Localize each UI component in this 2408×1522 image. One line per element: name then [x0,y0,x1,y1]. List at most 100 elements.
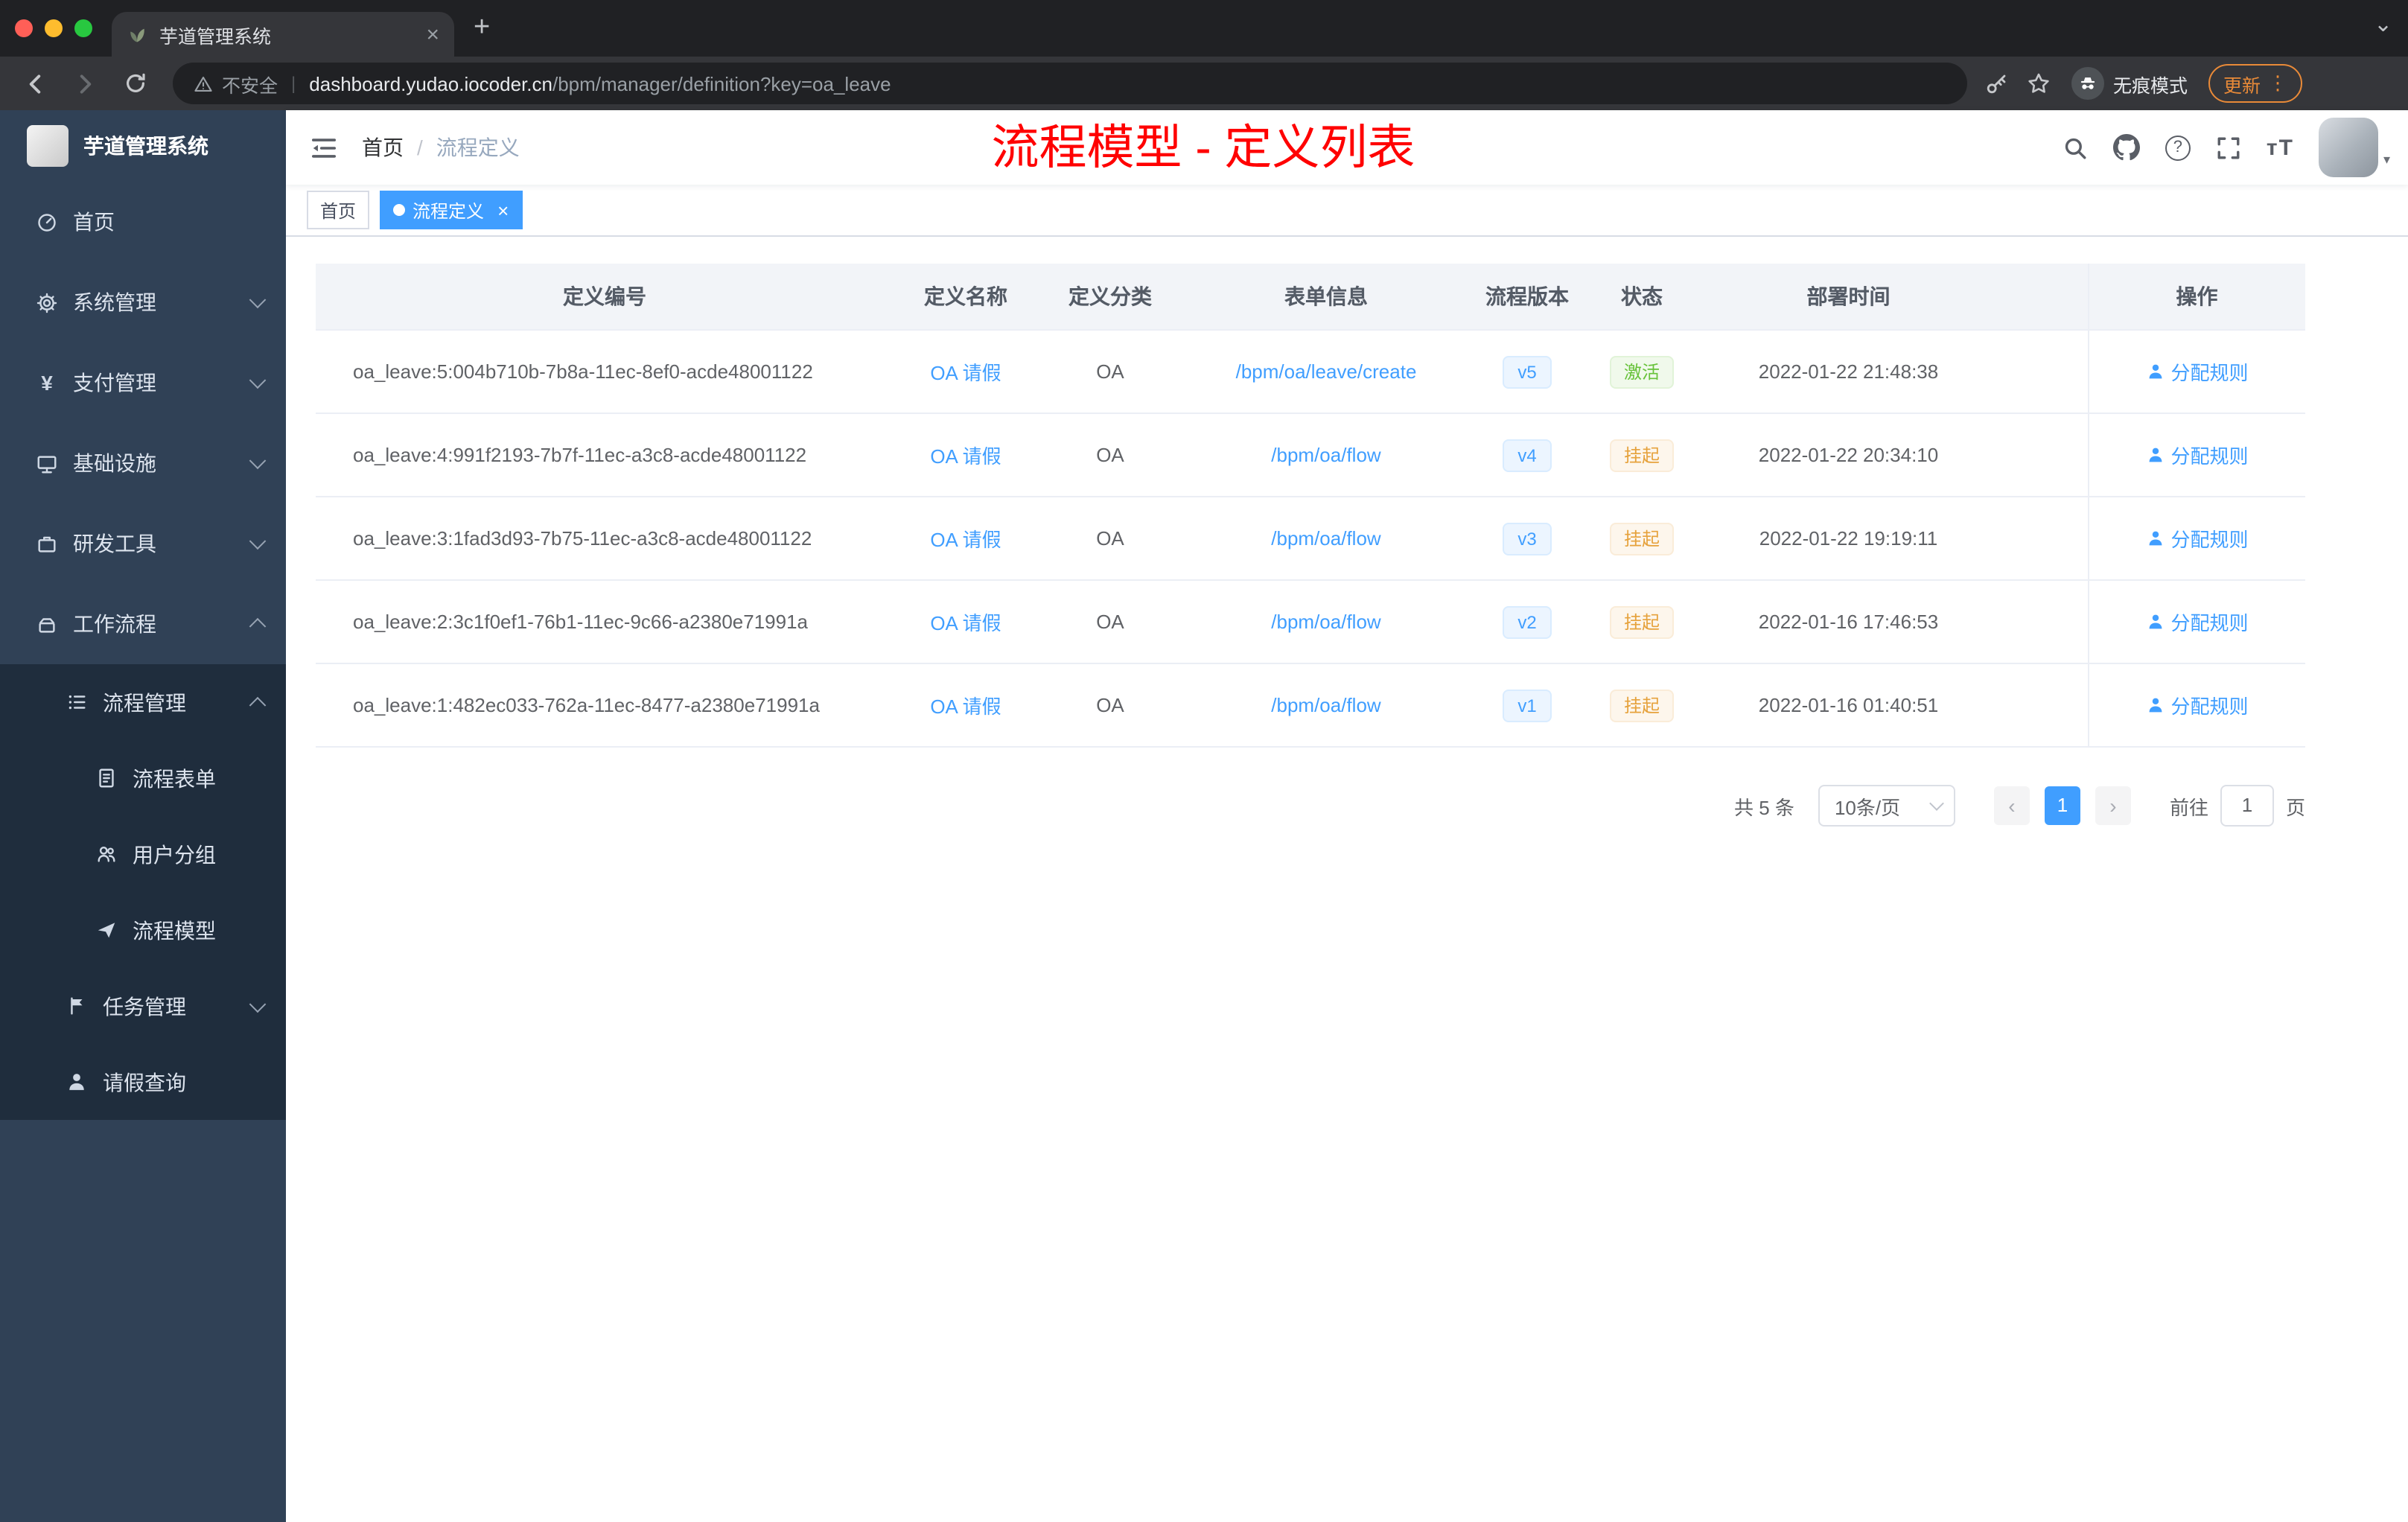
tag-label: 首页 [320,200,357,221]
sidebar-item-leave-query[interactable]: 请假查询 [0,1044,286,1120]
page-title: 流程模型 - 定义列表 [991,121,1415,174]
menu-label: 基础设施 [73,451,156,475]
assign-rule-link[interactable]: 分配规则 [2145,691,2249,719]
chevron-up-icon [249,617,267,635]
assign-rule-label: 分配规则 [2170,445,2249,468]
chevron-down-icon [249,372,267,389]
form-info-link[interactable]: /bpm/oa/flow [1182,663,1470,748]
browser-toolbar: 不安全 | dashboard.yudao.iocoder.cn/bpm/man… [0,57,2408,110]
avatar[interactable] [2319,118,2379,177]
sidebar-item-user-group[interactable]: 用户分组 [0,816,286,892]
sidebar-item-task-manage[interactable]: 任务管理 [0,968,286,1044]
breadcrumb-current: 流程定义 [436,136,520,159]
col-deploy-time: 部署时间 [1699,264,2088,331]
col-form-info: 表单信息 [1182,264,1470,331]
assign-rule-link[interactable]: 分配规则 [2145,441,2249,469]
form-info-link[interactable]: /bpm/oa/flow [1182,497,1470,581]
goto-label: 前往 [2169,796,2208,818]
form-info-link[interactable]: /bpm/oa/flow [1182,413,1470,497]
page-number-button[interactable]: 1 [2044,786,2080,825]
close-window-button[interactable] [15,19,33,37]
assign-rule-link[interactable]: 分配规则 [2145,608,2249,636]
sidebar-item-workflow[interactable]: 工作流程 [0,584,286,664]
zoom-window-button[interactable] [74,19,92,37]
page-size-select[interactable]: 10条/页 [1818,785,1955,827]
form-info-link[interactable]: /bpm/oa/leave/create [1182,330,1470,414]
menu-label: 首页 [73,210,115,234]
fullscreen-icon[interactable] [2216,135,2241,160]
help-icon[interactable]: ? [2165,135,2191,160]
browser-menu-icon[interactable]: ⋮ [2268,71,2287,95]
sidebar-item-infrastructure[interactable]: 基础设施 [0,423,286,503]
browser-tab[interactable]: 芋道管理系统 × [112,12,454,57]
assign-rule-label: 分配规则 [2170,612,2249,634]
definition-name-link[interactable]: OA 请假 [894,497,1038,581]
workflow-icon [39,617,55,632]
sidebar-item-payment[interactable]: ¥ 支付管理 [0,343,286,423]
new-tab-button[interactable]: + [474,13,490,42]
url-bar[interactable]: 不安全 | dashboard.yudao.iocoder.cn/bpm/man… [173,63,1967,104]
chevron-down-icon [1929,795,1944,810]
menu-label: 请假查询 [103,1070,186,1094]
assign-rule-link[interactable]: 分配规则 [2145,357,2249,386]
update-button[interactable]: 更新 ⋮ [2208,64,2303,103]
sidebar-item-process-form[interactable]: 流程表单 [0,740,286,816]
tab-close-icon[interactable]: × [426,23,439,45]
assign-rule-label: 分配规则 [2170,362,2249,384]
tab-search-caret-icon[interactable]: ⌄ [2374,10,2392,37]
tab-strip: 芋道管理系统 × + ⌄ [0,0,2408,57]
app-logo[interactable]: 芋道管理系统 [0,110,286,182]
incognito-badge: 无痕模式 [2071,67,2188,100]
model-icon [98,923,115,938]
main-area: 首页 / 流程定义 流程模型 - 定义列表 ? тT ▾ 首页 流程定义 × 定… [286,110,2408,1522]
definition-id: oa_leave:2:3c1f0ef1-76b1-11ec-9c66-a2380… [316,580,894,664]
github-icon[interactable] [2112,134,2140,161]
tag-process-definition[interactable]: 流程定义 × [380,191,523,229]
assign-rule-link[interactable]: 分配规则 [2145,524,2249,553]
tag-home[interactable]: 首页 [307,191,370,229]
sidebar-item-process-model[interactable]: 流程模型 [0,892,286,968]
definition-category: OA [1038,580,1182,664]
not-secure-icon [194,76,212,91]
reload-button[interactable] [113,71,158,95]
definition-category: OA [1038,330,1182,414]
menu-label: 系统管理 [73,290,156,314]
definition-name-link[interactable]: OA 请假 [894,330,1038,414]
breadcrumb-separator: / [417,136,423,159]
back-button[interactable] [12,71,57,96]
definition-id: oa_leave:3:1fad3d93-7b75-11ec-a3c8-acde4… [316,497,894,581]
sidebar-toggle-button[interactable] [310,133,338,162]
menu-label: 流程模型 [133,918,216,942]
breadcrumb: 首页 / 流程定义 [362,133,520,162]
definition-name-link[interactable]: OA 请假 [894,663,1038,748]
sidebar-item-devtools[interactable]: 研发工具 [0,503,286,584]
definition-name-link[interactable]: OA 请假 [894,580,1038,664]
bookmark-star-icon[interactable] [2027,71,2051,95]
menu-label: 工作流程 [73,612,156,636]
minimize-window-button[interactable] [45,19,63,37]
next-page-button[interactable]: › [2095,786,2131,825]
not-secure-label: 不安全 [222,75,278,96]
url-text: dashboard.yudao.iocoder.cn/bpm/manager/d… [309,72,891,95]
breadcrumb-home[interactable]: 首页 [362,133,404,162]
deploy-time: 2022-01-22 21:48:38 [1699,330,2088,414]
sidebar: 芋道管理系统 首页 系统管理 ¥ 支付管理 基础设施 研发工具 工作流程 流程管… [0,110,286,1522]
password-key-icon[interactable] [1985,71,2009,95]
tag-close-icon[interactable]: × [497,200,509,220]
update-label: 更新 [2223,75,2261,96]
goto-page-input[interactable]: 1 [2220,785,2274,827]
user-menu[interactable]: ▾ [2319,118,2390,177]
deploy-time: 2022-01-16 01:40:51 [1699,663,2088,748]
form-info-link[interactable]: /bpm/oa/flow [1182,580,1470,664]
prev-page-button[interactable]: ‹ [1993,786,2030,825]
font-size-icon[interactable]: тT [2267,135,2294,160]
sidebar-item-process-manage[interactable]: 流程管理 [0,664,286,740]
col-definition-category: 定义分类 [1038,264,1182,331]
sidebar-item-system[interactable]: 系统管理 [0,262,286,343]
sidebar-item-home[interactable]: 首页 [0,182,286,262]
definition-name-link[interactable]: OA 请假 [894,413,1038,497]
search-icon[interactable] [2063,135,2088,160]
menu-label: 用户分组 [133,842,216,866]
user-group-icon [98,846,115,862]
forward-button[interactable] [63,71,107,96]
